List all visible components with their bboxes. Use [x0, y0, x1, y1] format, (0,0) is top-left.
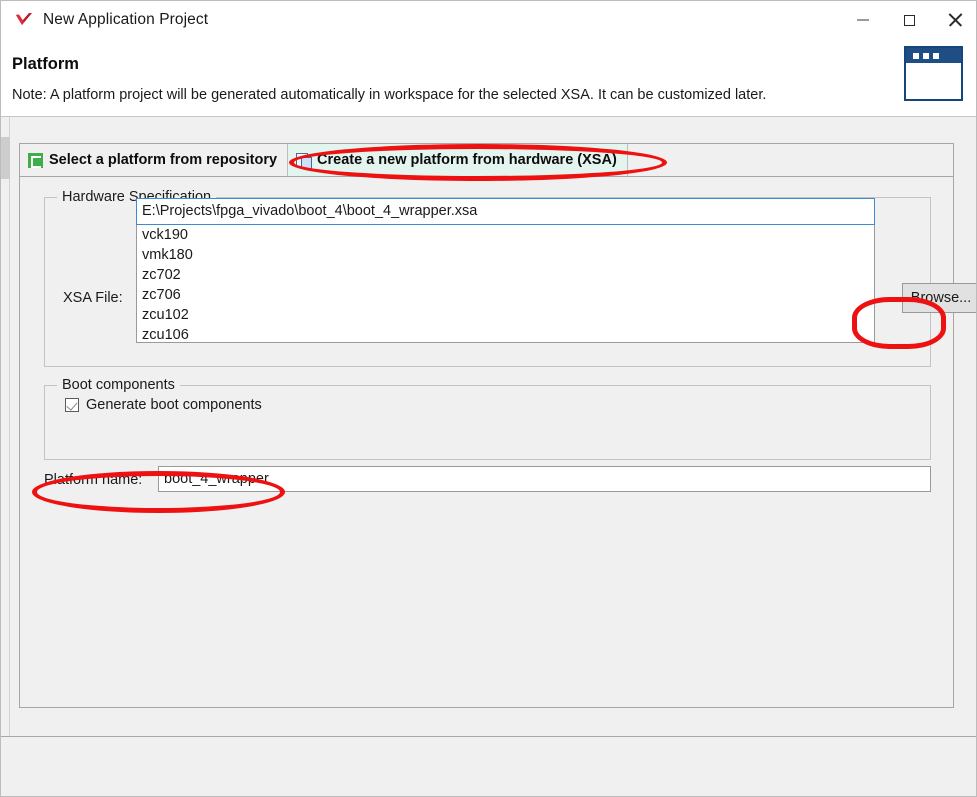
platform-name-input[interactable]: boot_4_wrapper [158, 466, 931, 492]
close-icon [948, 13, 962, 27]
xsa-list-item[interactable]: vmk180 [137, 245, 874, 265]
tab-content-create-platform: Hardware Specification XSA File: E:\Proj… [20, 177, 976, 708]
checkbox-icon[interactable] [65, 398, 79, 412]
tab-label: Create a new platform from hardware (XSA… [317, 152, 617, 168]
window-title: New Application Project [43, 11, 209, 28]
window-controls [840, 1, 976, 39]
minimize-button[interactable] [840, 1, 886, 39]
xsa-copy-icon [296, 152, 313, 169]
generate-boot-components-checkbox[interactable]: Generate boot components [65, 397, 262, 413]
xsa-file-input[interactable]: E:\Projects\fpga_vivado\boot_4\boot_4_wr… [136, 198, 875, 225]
tab-select-platform-from-repository[interactable]: Select a platform from repository [20, 144, 289, 176]
tab-create-new-platform-from-hardware[interactable]: Create a new platform from hardware (XSA… [288, 144, 628, 176]
vivado-check-icon [14, 10, 34, 30]
page-title: Platform [12, 55, 79, 73]
xsa-list-item[interactable]: vck190 [137, 225, 874, 245]
checkbox-label: Generate boot components [86, 397, 262, 413]
xsa-file-label: XSA File: [63, 290, 123, 306]
hardware-specification-group: Hardware Specification XSA File: E:\Proj… [44, 189, 976, 367]
xsa-list-item[interactable]: zc702 [137, 265, 874, 285]
maximize-icon [903, 14, 915, 26]
boot-components-title: Boot components [57, 377, 180, 393]
platform-name-label: Platform name: [44, 472, 143, 488]
left-scrollbar[interactable] [1, 117, 10, 736]
platform-tab-folder: Select a platform from repository Create… [19, 143, 976, 708]
tab-label: Select a platform from repository [49, 152, 278, 168]
browse-button[interactable]: Browse... [902, 283, 976, 313]
xsa-list-item[interactable]: zcu106 [137, 325, 874, 342]
xsa-list-item[interactable]: zc706 [137, 285, 874, 305]
repository-icon [28, 152, 43, 168]
boot-components-group: Boot components Generate boot components [44, 377, 931, 460]
minimize-icon [857, 19, 869, 21]
page-note: Note: A platform project will be generat… [12, 87, 767, 103]
xsa-suggestion-list[interactable]: vck190vmk180zc702zc706zcu102zcu106zedE:\… [136, 225, 875, 343]
tab-strip: Select a platform from repository Create… [20, 144, 953, 177]
xsa-list-item[interactable]: zcu102 [137, 305, 874, 325]
maximize-button[interactable] [886, 1, 932, 39]
close-button[interactable] [932, 1, 976, 39]
wizard-window-icon [904, 46, 963, 101]
scrollbar-thumb[interactable] [1, 137, 10, 179]
dialog-footer: ? < Back Next > Finish Cancel CSDN @Hora… [1, 737, 976, 796]
dialog-body: Select a platform from repository Create… [1, 117, 976, 736]
title-bar: New Application Project [1, 1, 976, 39]
wizard-header: Platform Note: A platform project will b… [1, 39, 976, 117]
new-application-project-dialog: New Application Project Platform Note: A… [0, 0, 977, 797]
